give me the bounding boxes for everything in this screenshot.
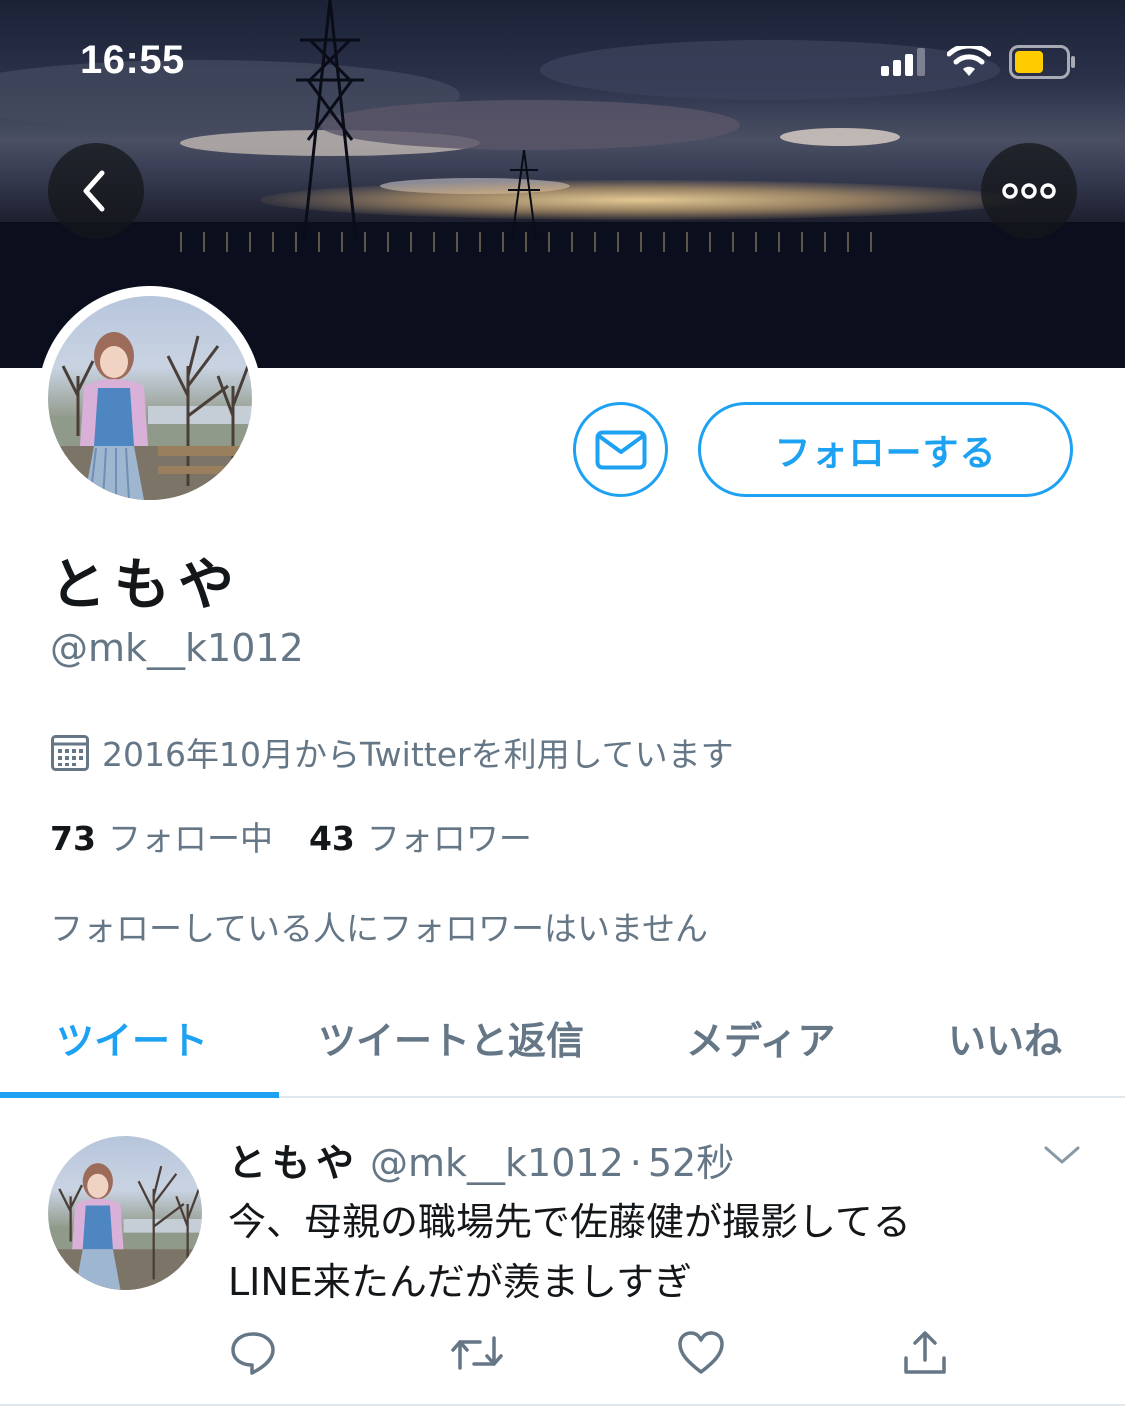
tweet-author-handle[interactable]: @mk__k1012 xyxy=(370,1141,624,1185)
profile-tabs: ツイート ツイートと返信 メディア いいね xyxy=(0,980,1125,1098)
banner-sunset-glow xyxy=(260,180,1020,220)
tweet-text: 今、母親の職場先で佐藤健が撮影してる LINE来たんだが羨ましすぎ xyxy=(228,1192,1088,1312)
avatar-photo xyxy=(48,296,252,500)
direct-message-button[interactable] xyxy=(573,402,668,497)
tweet-header: ともや @mk__k1012 · 52秒 xyxy=(228,1132,734,1187)
ellipsis-icon xyxy=(1002,183,1056,199)
tab-tweets[interactable]: ツイート xyxy=(56,1010,208,1065)
following-link[interactable]: 73 フォロー中 xyxy=(50,812,273,860)
tweet-author-name[interactable]: ともや xyxy=(228,1132,360,1187)
tab-media[interactable]: メディア xyxy=(686,1010,835,1065)
divider xyxy=(0,1404,1125,1406)
envelope-icon xyxy=(595,430,646,469)
active-tab-indicator xyxy=(0,1092,279,1098)
retweet-icon[interactable] xyxy=(450,1328,504,1378)
profile-handle: @mk__k1012 xyxy=(50,626,304,670)
chevron-left-icon xyxy=(83,170,105,212)
reply-icon[interactable] xyxy=(228,1328,278,1378)
wifi-icon xyxy=(947,46,991,76)
follow-stats: 73 フォロー中 43 フォロワー xyxy=(50,812,532,860)
like-heart-icon[interactable] xyxy=(676,1328,726,1378)
followers-count: 43 xyxy=(308,819,355,858)
battery-icon xyxy=(1009,45,1075,79)
tweet-text-line: 今、母親の職場先で佐藤健が撮影してる xyxy=(228,1200,911,1244)
tweet-actions xyxy=(228,1328,968,1378)
tweet-avatar[interactable] xyxy=(48,1136,202,1290)
mutual-followers-note: フォローしている人にフォロワーはいません xyxy=(50,909,709,948)
transmission-tower-icon xyxy=(508,150,540,240)
tweet-timestamp: 52秒 xyxy=(647,1141,735,1185)
chevron-down-icon[interactable] xyxy=(1042,1144,1082,1168)
following-count: 73 xyxy=(50,819,96,858)
following-label: フォロー中 xyxy=(107,819,273,858)
profile-avatar[interactable] xyxy=(38,286,262,510)
banner-cloud xyxy=(780,128,900,146)
more-options-button[interactable] xyxy=(981,143,1077,239)
followers-label: フォロワー xyxy=(366,819,532,858)
transmission-tower-icon xyxy=(296,0,364,240)
cellular-signal-icon xyxy=(881,48,925,76)
tweet-separator: · xyxy=(629,1141,642,1185)
follow-button[interactable]: フォローする xyxy=(698,402,1073,497)
avatar-illustration xyxy=(48,1163,202,1290)
back-button[interactable] xyxy=(48,143,144,239)
tweet-text-line: LINE来たんだが羨ましすぎ xyxy=(228,1260,693,1304)
display-name: ともや xyxy=(50,553,242,618)
banner-cloud xyxy=(320,100,740,150)
status-icons xyxy=(881,44,1077,80)
join-date-text: 2016年10月からTwitterを利用しています xyxy=(102,735,734,774)
share-icon[interactable] xyxy=(900,1328,950,1378)
avatar-illustration xyxy=(48,332,252,500)
join-date: 2016年10月からTwitterを利用しています xyxy=(50,728,734,776)
followers-link[interactable]: 43 フォロワー xyxy=(309,812,532,860)
tweet[interactable]: ともや @mk__k1012 · 52秒 今、母親の職場先で佐藤健が撮影してる … xyxy=(0,1100,1125,1408)
tab-likes[interactable]: いいね xyxy=(948,1010,1062,1065)
calendar-icon xyxy=(51,735,89,771)
status-time: 16:55 xyxy=(80,38,185,82)
tab-tweets-and-replies[interactable]: ツイートと返信 xyxy=(318,1010,584,1065)
